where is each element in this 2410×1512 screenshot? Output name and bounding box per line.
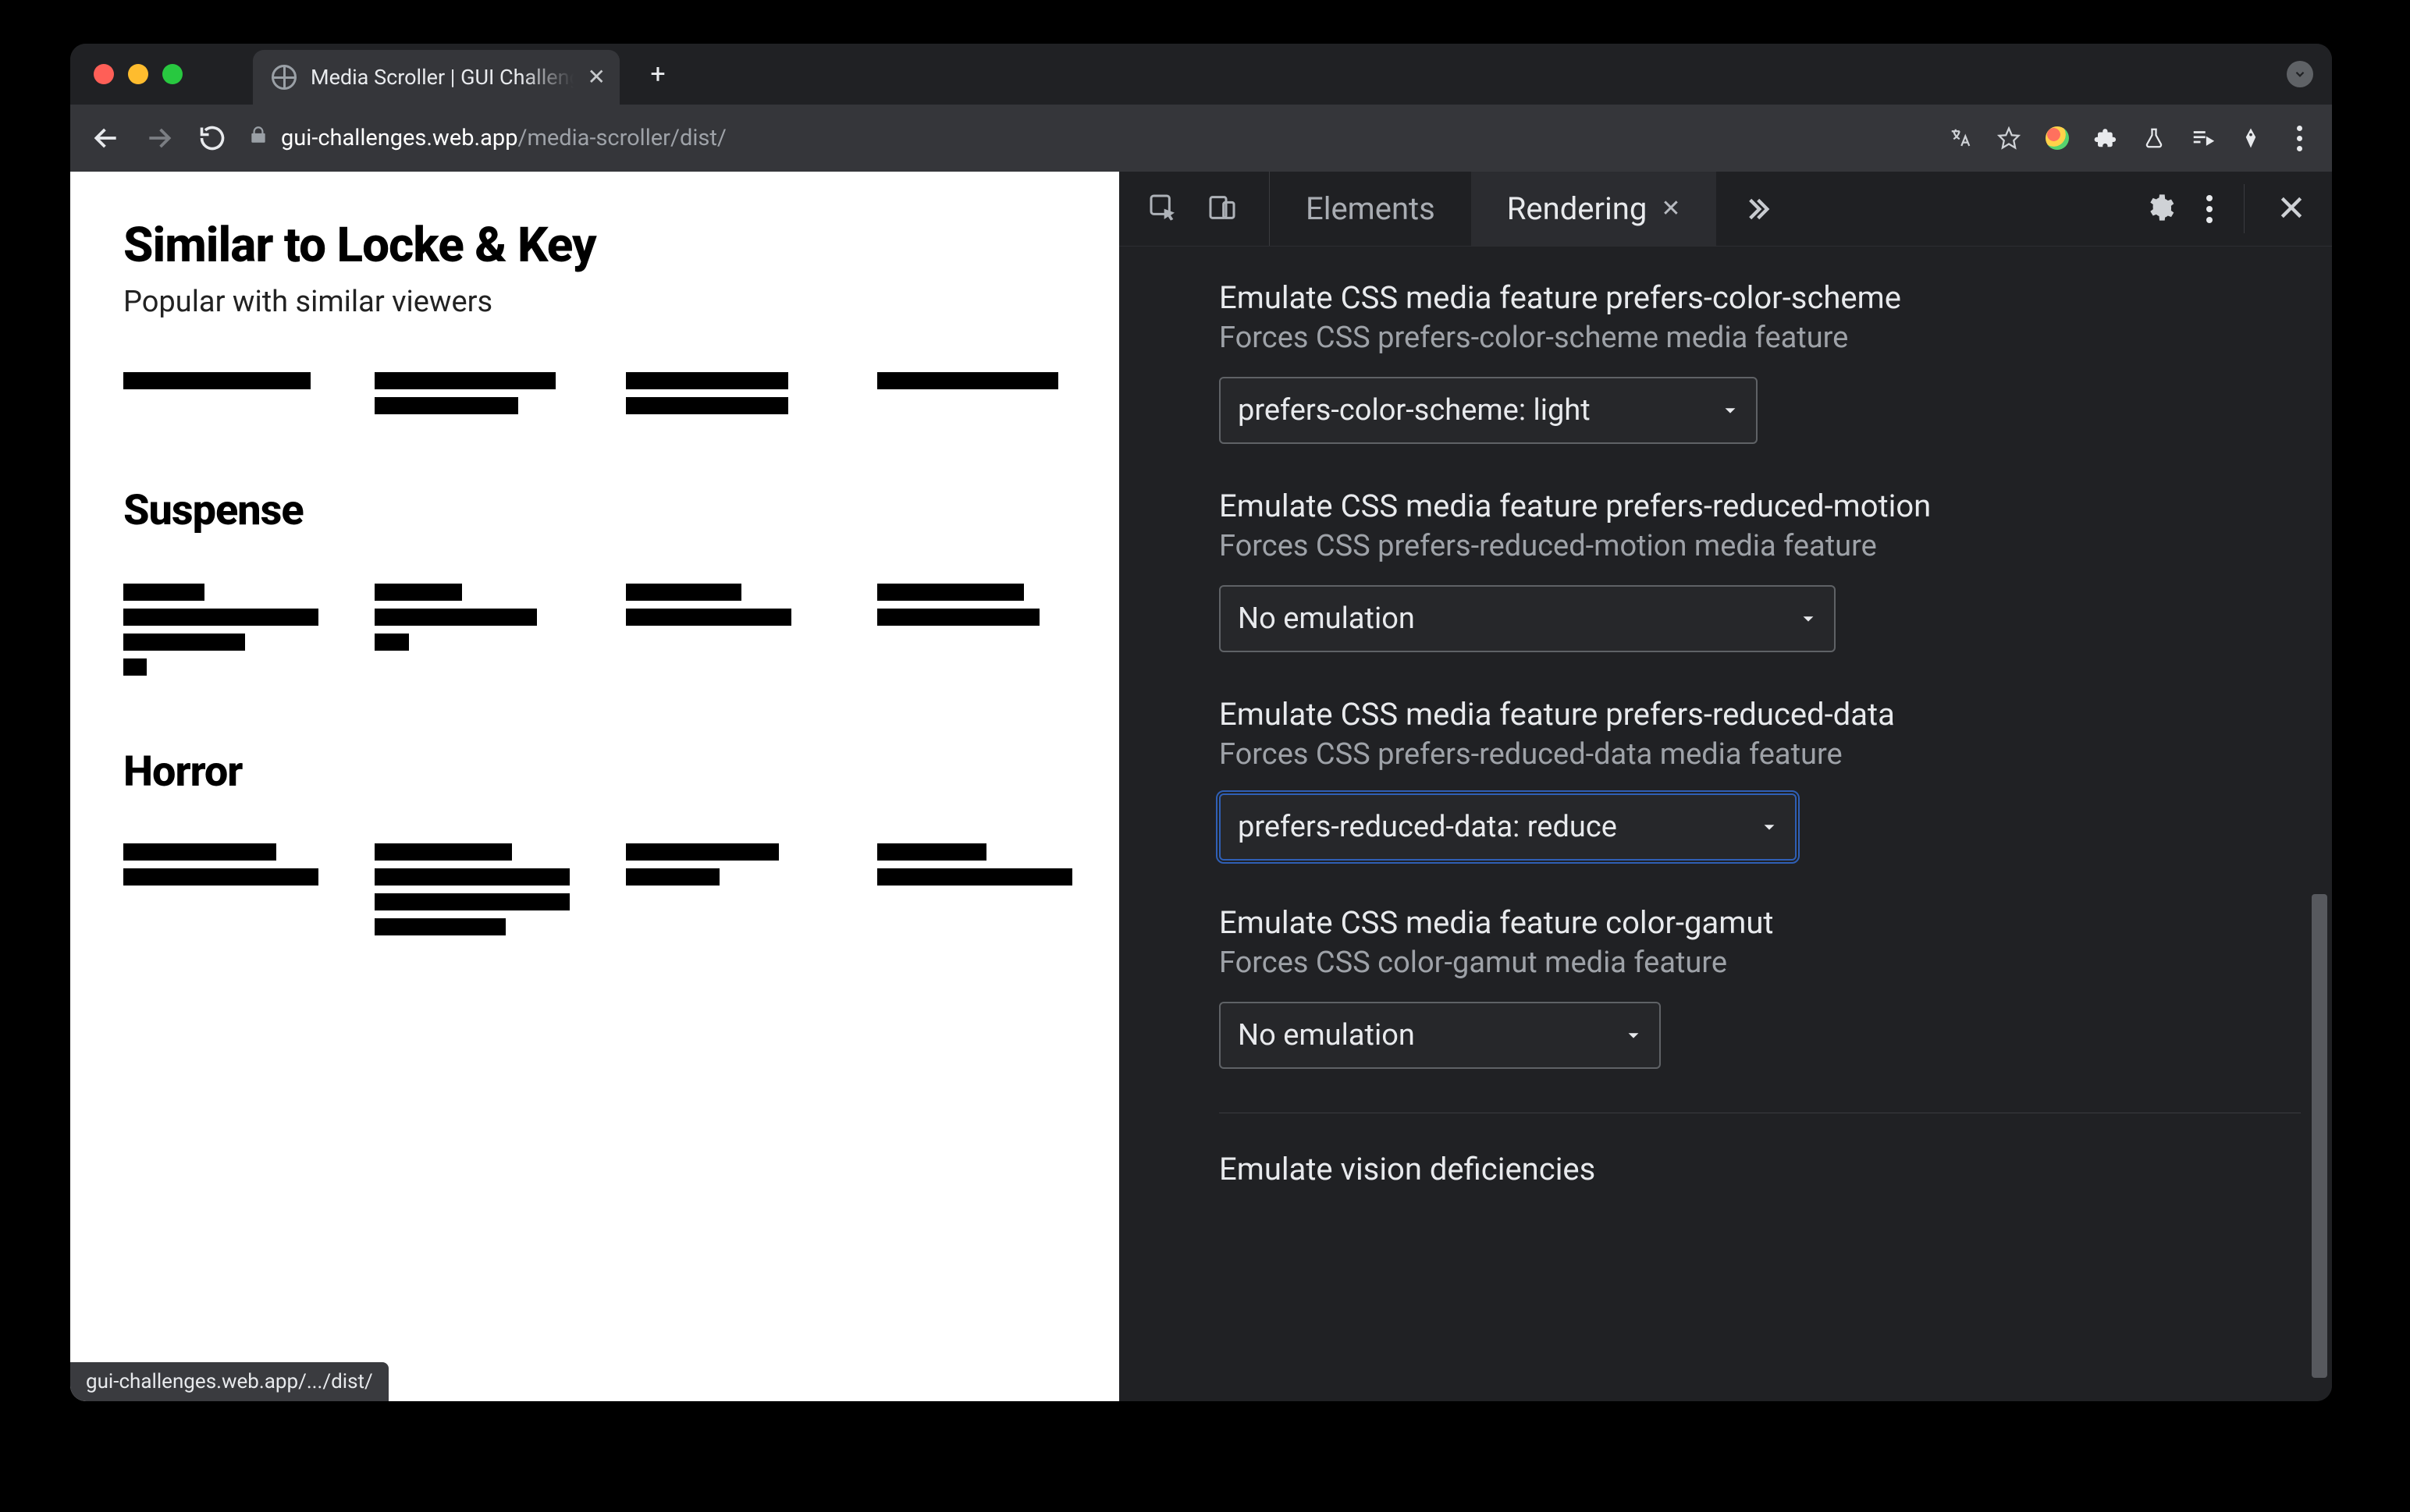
group-title: Emulate vision deficiencies: [1219, 1151, 2332, 1187]
tab-elements[interactable]: Elements: [1270, 172, 1471, 246]
media-card[interactable]: [123, 372, 326, 414]
select-value: No emulation: [1238, 1018, 1415, 1052]
flask-icon[interactable]: [2140, 124, 2168, 152]
group-description: Forces CSS prefers-reduced-data media fe…: [1219, 737, 2332, 772]
group-description: Forces CSS color-gamut media feature: [1219, 946, 2332, 980]
group-description: Forces CSS prefers-reduced-motion media …: [1219, 529, 2332, 563]
webpage: Similar to Locke & Key Popular with simi…: [70, 172, 1119, 1401]
translate-icon[interactable]: [1946, 124, 1975, 152]
address-bar[interactable]: gui-challenges.web.app/media-scroller/di…: [248, 125, 1928, 151]
scrollbar-thumb[interactable]: [2312, 894, 2327, 1378]
tab-title: Media Scroller | GUI Challenges: [311, 65, 574, 90]
media-card[interactable]: [375, 372, 578, 414]
url-path: /media-scroller/dist/: [517, 125, 726, 151]
window-minimize-button[interactable]: [128, 64, 148, 84]
devtools-menu-button[interactable]: [2206, 195, 2213, 223]
content-row: Similar to Locke & Key Popular with simi…: [70, 172, 2332, 1401]
media-row[interactable]: [123, 584, 1066, 676]
section-heading: Horror: [123, 747, 1066, 797]
section-heading: Suspense: [123, 486, 1066, 535]
group-title: Emulate CSS media feature color-gamut: [1219, 904, 2332, 941]
section-similar: Similar to Locke & Key Popular with simi…: [123, 217, 1066, 414]
close-icon[interactable]: [2276, 192, 2307, 226]
group-description: Forces CSS prefers-color-scheme media fe…: [1219, 321, 2332, 355]
chevron-down-icon: [1761, 818, 1778, 836]
section-suspense: Suspense: [123, 486, 1066, 676]
media-card[interactable]: [123, 843, 326, 935]
rendering-panel[interactable]: Emulate CSS media feature prefers-color-…: [1119, 247, 2332, 1401]
close-icon[interactable]: ✕: [588, 66, 606, 88]
window-zoom-button[interactable]: [162, 64, 183, 84]
tab-overflow-button[interactable]: [2287, 61, 2313, 87]
media-card[interactable]: [375, 584, 578, 676]
tabs-overflow-button[interactable]: [1716, 172, 1797, 246]
media-card[interactable]: [877, 843, 1080, 935]
new-tab-button[interactable]: +: [640, 56, 676, 92]
emulation-select[interactable]: prefers-reduced-data: reduce: [1219, 793, 1797, 861]
extensions-icon[interactable]: [2092, 124, 2120, 152]
inspect-element-icon[interactable]: [1147, 192, 1178, 226]
gear-icon[interactable]: [2144, 192, 2175, 226]
section-horror: Horror: [123, 747, 1066, 935]
window-close-button[interactable]: [94, 64, 114, 84]
url-host: gui-challenges.web.app: [281, 125, 517, 151]
devtools-tabbar: Elements Rendering ✕: [1119, 172, 2332, 247]
pen-icon[interactable]: [2237, 124, 2265, 152]
section-subheading: Popular with similar viewers: [123, 285, 1066, 319]
chevron-down-icon: [1722, 402, 1739, 419]
emulation-select[interactable]: No emulation: [1219, 585, 1836, 652]
tab-rendering[interactable]: Rendering ✕: [1471, 172, 1717, 246]
extension-colorwheel-icon[interactable]: [2043, 124, 2071, 152]
browser-tab[interactable]: Media Scroller | GUI Challenges ✕: [253, 50, 620, 105]
group-title: Emulate CSS media feature prefers-reduce…: [1219, 488, 2332, 524]
lock-icon: [248, 125, 268, 151]
section-heading: Similar to Locke & Key: [123, 217, 1066, 274]
emulate-group: Emulate CSS media feature prefers-reduce…: [1219, 488, 2332, 652]
back-button[interactable]: [89, 121, 123, 155]
chevron-down-icon: [1800, 610, 1817, 627]
media-card[interactable]: [877, 584, 1080, 676]
select-value: No emulation: [1238, 602, 1415, 636]
status-bar: gui-challenges.web.app/.../dist/: [70, 1362, 389, 1401]
emulate-group: Emulate CSS media feature prefers-reduce…: [1219, 696, 2332, 861]
emulate-group: Emulate CSS media feature color-gamut For…: [1219, 904, 2332, 1069]
star-icon[interactable]: [1995, 124, 2023, 152]
chevron-down-icon: [1625, 1027, 1642, 1044]
globe-icon: [272, 65, 297, 90]
toolbar-extensions: [1946, 124, 2313, 152]
browser-toolbar: gui-challenges.web.app/media-scroller/di…: [70, 105, 2332, 172]
emulation-select[interactable]: No emulation: [1219, 1002, 1661, 1069]
browser-window: Media Scroller | GUI Challenges ✕ +: [70, 44, 2332, 1401]
emulate-vision-group: Emulate vision deficiencies: [1219, 1151, 2332, 1187]
reload-button[interactable]: [195, 121, 229, 155]
media-card[interactable]: [626, 372, 829, 414]
emulation-select[interactable]: prefers-color-scheme: light: [1219, 377, 1758, 444]
media-card[interactable]: [375, 843, 578, 935]
media-card[interactable]: [626, 584, 829, 676]
browser-menu-button[interactable]: [2285, 124, 2313, 152]
media-row[interactable]: [123, 372, 1066, 414]
devtools-panel: Elements Rendering ✕: [1119, 172, 2332, 1401]
browser-tabbar: Media Scroller | GUI Challenges ✕ +: [70, 44, 2332, 105]
media-card[interactable]: [877, 372, 1080, 414]
media-card[interactable]: [626, 843, 829, 935]
select-value: prefers-color-scheme: light: [1238, 393, 1591, 428]
emulate-group: Emulate CSS media feature prefers-color-…: [1219, 279, 2332, 444]
group-title: Emulate CSS media feature prefers-color-…: [1219, 279, 2332, 316]
playlist-icon[interactable]: [2188, 124, 2216, 152]
window-controls: [94, 64, 183, 84]
device-toggle-icon[interactable]: [1207, 192, 1238, 226]
group-title: Emulate CSS media feature prefers-reduce…: [1219, 696, 2332, 733]
media-row[interactable]: [123, 843, 1066, 935]
media-card[interactable]: [123, 584, 326, 676]
forward-button[interactable]: [142, 121, 176, 155]
close-icon[interactable]: ✕: [1661, 195, 1680, 222]
select-value: prefers-reduced-data: reduce: [1238, 810, 1617, 844]
